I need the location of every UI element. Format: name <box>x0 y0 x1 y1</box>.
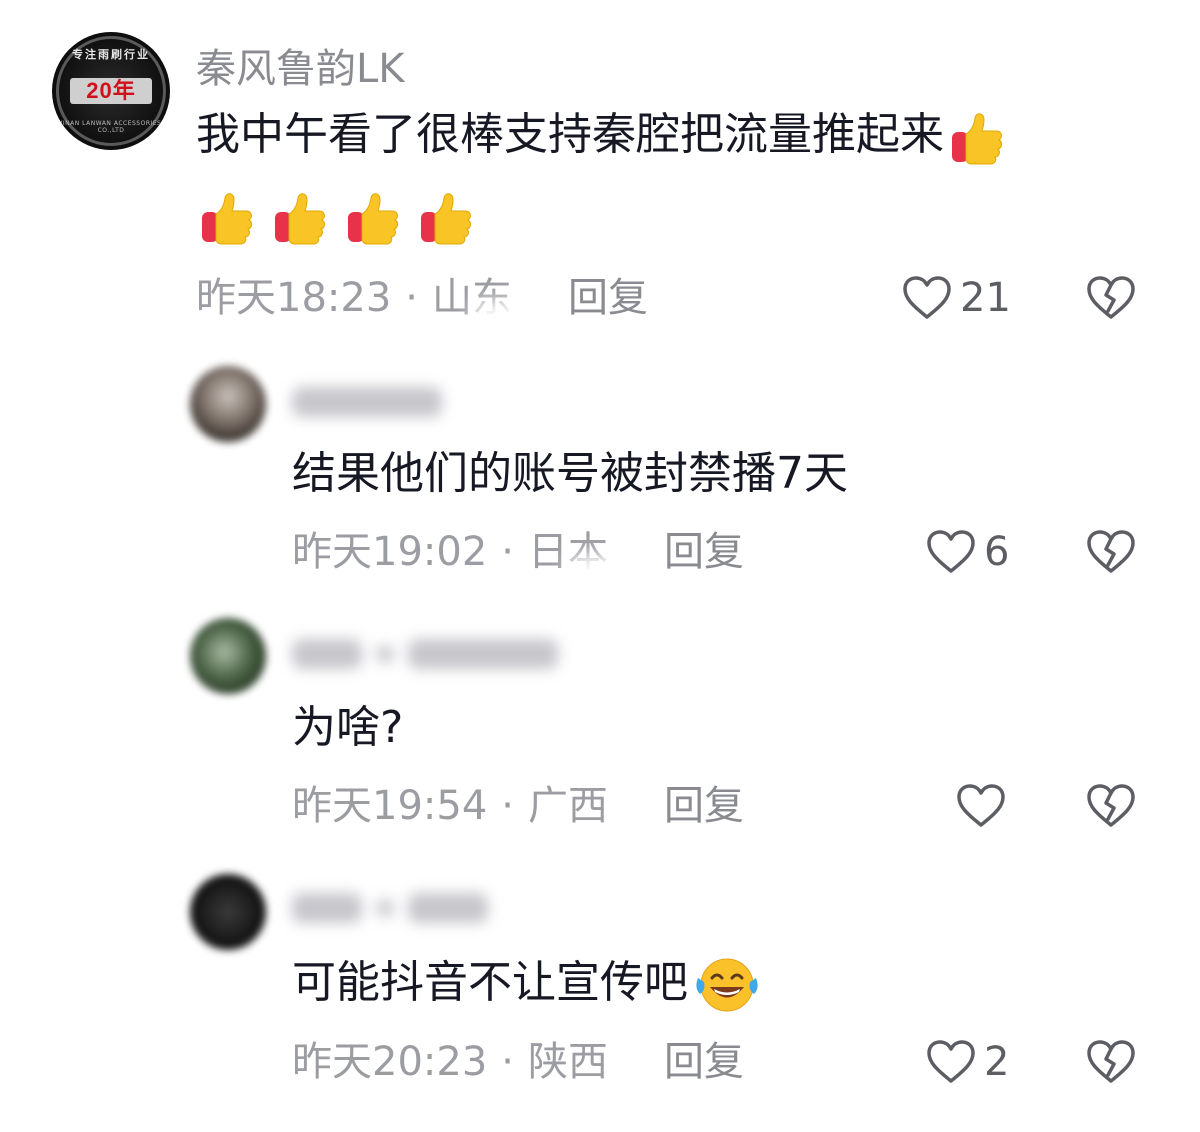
avatar[interactable]: 专注雨刷行业 20年 JINAN LANWAN ACCESSORIES CO.,… <box>52 32 170 150</box>
emoji-row <box>200 188 473 246</box>
comment-meta: 昨天18:23 · 山东 <box>196 274 512 322</box>
heart-outline-icon <box>957 784 1005 827</box>
comment-text-content: 我中午看了很棒支持秦腔把流量推起来 <box>196 109 944 160</box>
like-button[interactable]: 21 <box>902 272 1011 324</box>
broken-heart-icon <box>1087 784 1135 827</box>
thumbs-up-icon <box>273 188 327 246</box>
blur-overlay <box>566 554 656 584</box>
reply-button[interactable]: 回复 <box>664 528 744 576</box>
comment-item: 专注雨刷行业 20年 JINAN LANWAN ACCESSORIES CO.,… <box>0 0 1200 340</box>
comment-location: 陕西 <box>528 1039 608 1085</box>
dislike-button[interactable] <box>1086 1036 1136 1088</box>
comment-location: 广西 <box>528 783 608 829</box>
reply-button[interactable]: 回复 <box>664 1038 744 1086</box>
like-count: 6 <box>984 529 1010 575</box>
avatar[interactable] <box>190 874 266 950</box>
meta-separator: · <box>405 275 418 321</box>
comment-meta: 昨天20:23 · 陕西 <box>292 1038 608 1086</box>
broken-heart-icon <box>1087 530 1135 573</box>
thumbs-up-icon <box>346 188 400 246</box>
comment-time: 昨天19:54 <box>292 783 488 829</box>
comment-time: 昨天20:23 <box>292 1039 488 1085</box>
meta-separator: · <box>501 529 514 575</box>
thumbs-up-icon <box>419 188 473 246</box>
thumbs-up-icon <box>200 188 254 246</box>
avatar-arc-text: 专注雨刷行业 <box>72 48 150 61</box>
broken-heart-icon <box>1087 276 1135 319</box>
avatar-badge: 20年 <box>70 78 152 104</box>
comment-text: 我中午看了很棒支持秦腔把流量推起来 <box>196 108 1004 166</box>
like-count: 21 <box>960 275 1011 321</box>
thumbs-up-icon <box>950 108 1004 166</box>
dislike-button[interactable] <box>1086 780 1136 832</box>
like-button[interactable] <box>956 780 1014 832</box>
reply-item: 为啥? 昨天19:54 · 广西 回复 <box>0 596 1200 852</box>
heart-outline-icon <box>927 1040 975 1083</box>
comment-meta: 昨天19:54 · 广西 <box>292 782 608 830</box>
avatar-bottom-text: JINAN LANWAN ACCESSORIES CO.,LTD <box>60 120 162 134</box>
reply-button[interactable]: 回复 <box>664 782 744 830</box>
heart-outline-icon <box>903 276 951 319</box>
dislike-button[interactable] <box>1086 272 1136 324</box>
like-button[interactable]: 2 <box>926 1036 1009 1088</box>
comment-text: 结果他们的账号被封禁播7天 <box>292 448 848 499</box>
broken-heart-icon <box>1087 1040 1135 1083</box>
comment-meta: 昨天19:02 · 日本 <box>292 528 608 576</box>
blur-overlay <box>470 300 560 330</box>
comment-time: 昨天18:23 <box>196 275 392 321</box>
username-blurred <box>292 888 502 928</box>
username-blurred <box>292 634 572 674</box>
heart-outline-icon <box>927 530 975 573</box>
dislike-button[interactable] <box>1086 526 1136 578</box>
comment-text-content: 可能抖音不让宣传吧 <box>292 957 688 1008</box>
comment-time: 昨天19:02 <box>292 529 488 575</box>
meta-separator: · <box>501 1039 514 1085</box>
avatar[interactable] <box>190 366 266 442</box>
meta-separator: · <box>501 783 514 829</box>
tears-of-joy-icon <box>692 956 762 1014</box>
like-button[interactable]: 6 <box>926 526 1009 578</box>
comment-username[interactable]: 秦风鲁韵LK <box>196 36 405 94</box>
like-count: 2 <box>984 1039 1010 1085</box>
comment-text: 可能抖音不让宣传吧 <box>292 956 762 1014</box>
username-blurred <box>292 382 456 422</box>
avatar[interactable] <box>190 618 266 694</box>
comment-text: 为啥? <box>292 702 404 753</box>
reply-item: 可能抖音不让宣传吧 昨天20:23 · 陕西 回复 2 <box>0 852 1200 1132</box>
reply-button[interactable]: 回复 <box>568 274 648 322</box>
reply-item: 结果他们的账号被封禁播7天 昨天19:02 · 日本 回复 6 <box>0 340 1200 596</box>
